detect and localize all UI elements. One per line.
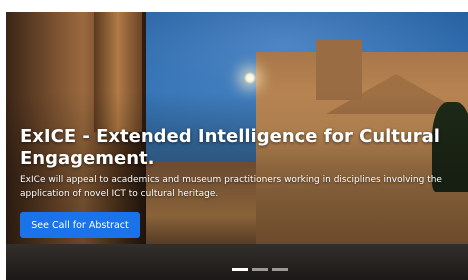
carousel-indicator-3[interactable] (272, 268, 288, 271)
hero-carousel: ExICE - Extended Intelligence for Cultur… (6, 12, 468, 280)
see-call-for-abstract-button[interactable]: See Call for Abstract (20, 212, 140, 238)
hero-description: ExICe will appeal to academics and museu… (20, 175, 442, 199)
carousel-indicator-1[interactable] (232, 268, 248, 271)
hero-headline: ExICE - Extended Intelligence for Cultur… (20, 126, 440, 169)
carousel-indicators (232, 268, 288, 272)
carousel-indicator-2[interactable] (252, 268, 268, 271)
